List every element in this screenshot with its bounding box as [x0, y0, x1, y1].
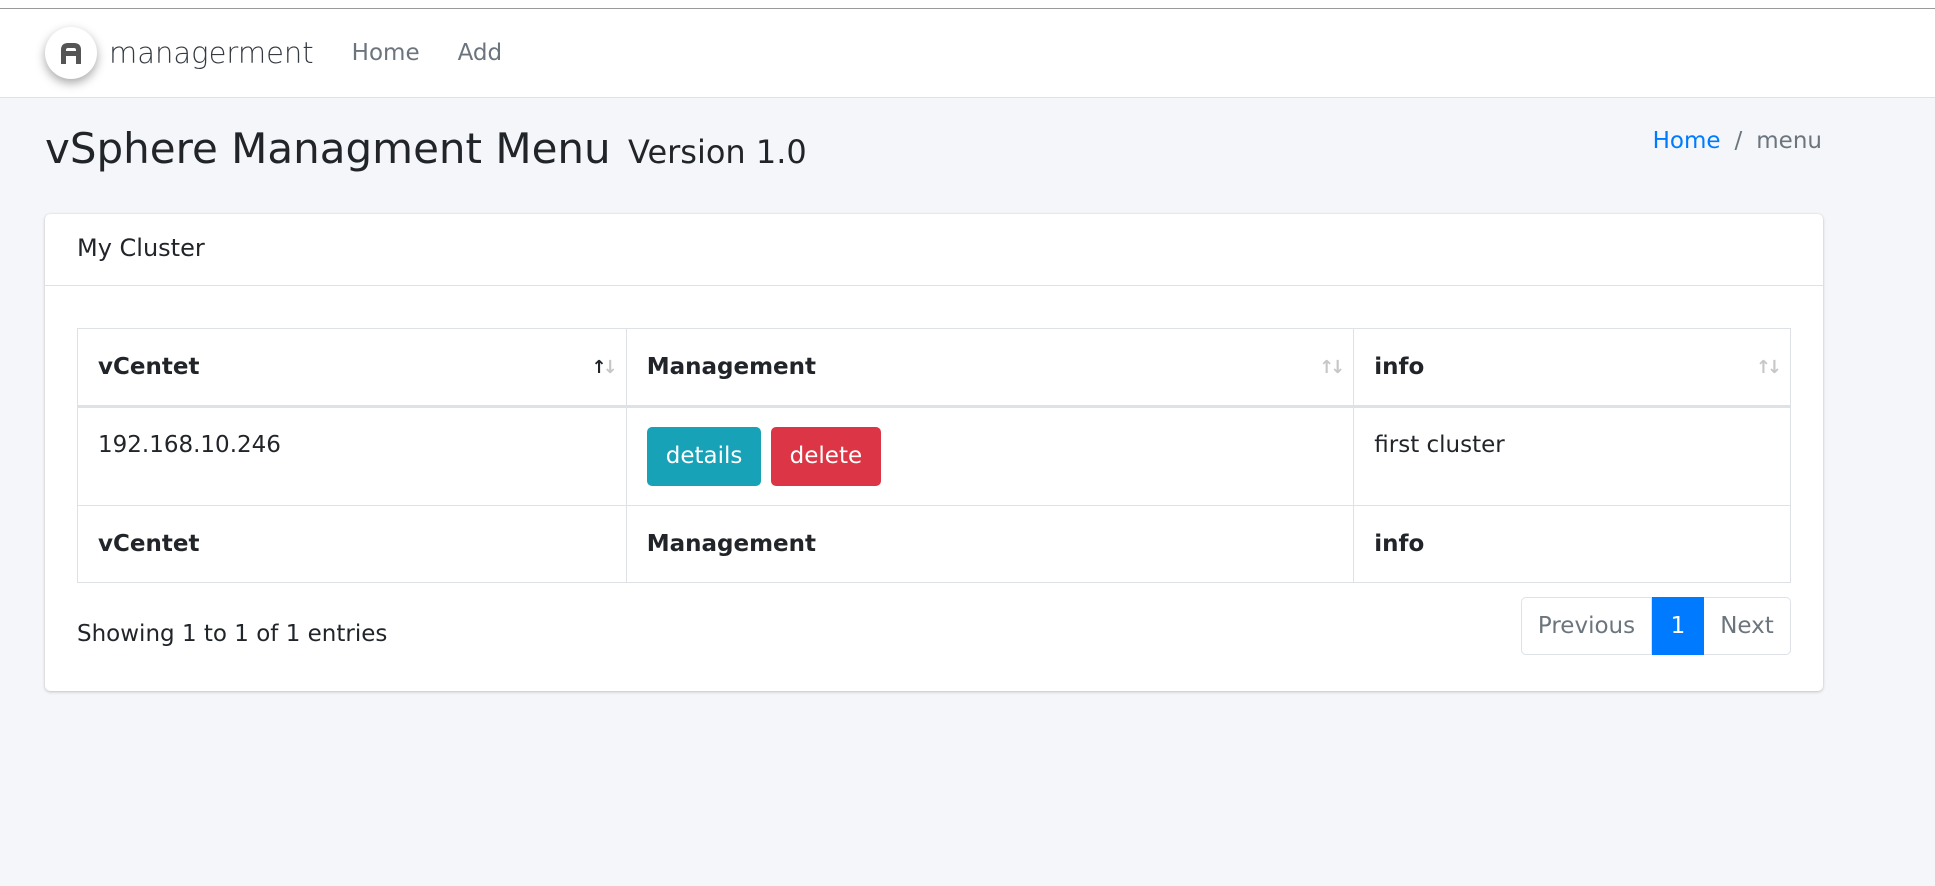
brand-link[interactable]: managerment — [45, 27, 314, 79]
top-navbar: managerment Home Add — [0, 9, 1935, 98]
column-header-label: Management — [646, 354, 817, 380]
nav-link-add[interactable]: Add — [458, 40, 503, 66]
cell-info: first cluster — [1353, 406, 1791, 506]
table-info-row: Showing 1 to 1 of 1 entries Previous 1 N… — [77, 583, 1791, 673]
brand-logo-icon — [45, 27, 97, 79]
footer-management: Management — [625, 505, 1355, 583]
column-header-management[interactable]: Management ↑↓ — [625, 328, 1355, 408]
cluster-card: My Cluster vCentet ↑↓ Management ↑↓ info… — [45, 214, 1823, 691]
sort-ascending-icon: ↑↓ — [591, 357, 618, 378]
content-header: vSphere Managment Menu Version 1.0 Home … — [0, 98, 1935, 218]
cell-vcenter: 192.168.10.246 — [77, 406, 627, 506]
version-label: Version 1.0 — [628, 133, 807, 171]
sort-icon: ↑↓ — [1755, 357, 1782, 378]
column-header-info[interactable]: info ↑↓ — [1353, 328, 1791, 408]
breadcrumb: Home / menu — [1653, 128, 1822, 154]
pagination: Previous 1 Next — [1521, 597, 1791, 655]
cluster-table: vCentet ↑↓ Management ↑↓ info ↑↓ 192.168… — [77, 328, 1791, 583]
card-title: My Cluster — [45, 214, 1823, 286]
page-1-button[interactable]: 1 — [1652, 597, 1704, 655]
details-button[interactable]: details — [646, 427, 762, 486]
breadcrumb-current: menu — [1756, 128, 1822, 154]
footer-vcentet: vCentet — [77, 505, 627, 583]
card-body: vCentet ↑↓ Management ↑↓ info ↑↓ 192.168… — [45, 286, 1823, 673]
nav-link-home[interactable]: Home — [352, 40, 420, 66]
brand-text: managerment — [109, 36, 314, 70]
column-header-label: vCentet — [98, 354, 200, 380]
previous-page-button[interactable]: Previous — [1521, 597, 1652, 655]
delete-button[interactable]: delete — [770, 427, 882, 486]
footer-info: info — [1353, 505, 1791, 583]
table-footer-row: vCentet Management info — [77, 505, 1791, 583]
cell-management: details delete — [625, 406, 1355, 506]
breadcrumb-separator: / — [1734, 128, 1743, 154]
column-header-label: info — [1374, 354, 1425, 380]
sort-icon: ↑↓ — [1319, 357, 1345, 378]
page-title: vSphere Managment Menu Version 1.0 — [45, 124, 807, 173]
window-top-edge — [0, 0, 1935, 9]
table-row: 192.168.10.246 details delete first clus… — [77, 406, 1791, 506]
column-header-vcentet[interactable]: vCentet ↑↓ — [77, 328, 627, 408]
page-title-text: vSphere Managment Menu — [45, 124, 611, 173]
breadcrumb-home-link[interactable]: Home — [1653, 128, 1721, 154]
next-page-button[interactable]: Next — [1704, 597, 1791, 655]
entries-summary: Showing 1 to 1 of 1 entries — [77, 621, 388, 647]
